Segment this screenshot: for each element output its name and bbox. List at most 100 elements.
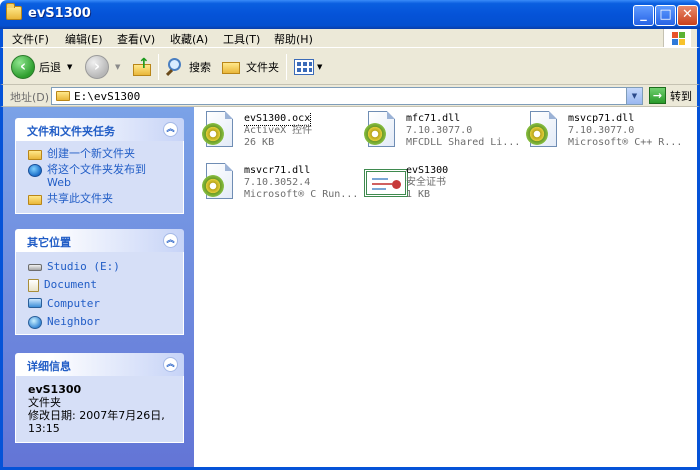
place-neighbor[interactable]: Neighbor (28, 315, 173, 329)
place-label: Document (44, 278, 97, 291)
detail-modified-time: 13:15 (28, 422, 60, 435)
file-description: Microsoft® C Run... (244, 189, 356, 200)
globe-icon (28, 164, 42, 177)
menu-edit[interactable]: 编辑(E) (65, 31, 103, 47)
menu-view[interactable]: 查看(V) (117, 31, 155, 47)
up-folder-icon: ↑ (131, 57, 153, 77)
window-border-left (0, 107, 3, 470)
back-dropdown-icon[interactable]: ▼ (67, 63, 72, 71)
file-name: evS1300 (406, 165, 449, 176)
file-name: evS1300.ocx (244, 113, 312, 126)
up-folder-button[interactable]: ↑ (131, 48, 153, 85)
file-size: 1 KB (406, 189, 431, 200)
drive-icon (28, 264, 42, 271)
file-type: 安全证书 (406, 177, 446, 188)
menu-favorites[interactable]: 收藏(A) (170, 31, 208, 47)
file-name: mfc71.dll (406, 113, 461, 124)
panel-title: 文件和文件夹任务 (27, 125, 115, 138)
go-arrow-icon: → (649, 87, 666, 104)
task-share-folder[interactable]: 共享此文件夹 (28, 192, 173, 205)
file-item-msvcr71-dll[interactable]: msvcr71.dll 7.10.3052.4 Microsoft® C Run… (194, 159, 356, 207)
maximize-button[interactable]: □ (655, 5, 676, 26)
task-publish-web[interactable]: 将这个文件夹发布到 Web (28, 163, 173, 189)
back-button[interactable]: ‹ 后退 ▼ (11, 48, 72, 85)
folder-icon (6, 3, 22, 20)
address-dropdown-icon[interactable]: ▼ (626, 88, 642, 104)
collapse-chevron-icon[interactable]: ︽ (163, 233, 178, 248)
place-studio-drive[interactable]: Studio (E:) (28, 260, 173, 273)
place-label: Studio (E:) (47, 260, 120, 273)
file-list-view[interactable]: evS1300.ocx ActiveX 控件 26 KB mfc71.dll 7… (194, 107, 697, 467)
address-path: E:\evS1300 (74, 90, 141, 103)
detail-type: 文件夹 (28, 396, 61, 409)
file-name: msvcr71.dll (244, 165, 311, 176)
share-folder-icon (28, 195, 42, 205)
dll-gear-icon (364, 111, 398, 149)
close-button[interactable]: ✕ (677, 5, 698, 26)
back-label: 后退 (39, 60, 61, 74)
file-folder-tasks-panel: 文件和文件夹任务 ︽ 创建一个新文件夹 将这个文件夹发布到 Web 共享此文件夹 (15, 118, 184, 214)
menu-bar: 文件(F) 编辑(E) 查看(V) 收藏(A) 工具(T) 帮助(H) (0, 29, 700, 47)
other-places-panel: 其它位置 ︽ Studio (E:) Document Computer Nei… (15, 229, 184, 335)
dll-gear-icon (202, 111, 236, 149)
detail-modified: 修改日期: 2007年7月26日, (28, 409, 165, 422)
file-item-mfc71-dll[interactable]: mfc71.dll 7.10.3077.0 MFCDLL Shared Li..… (356, 107, 518, 155)
forward-dropdown-icon[interactable]: ▼ (115, 63, 120, 71)
menu-file[interactable]: 文件(F) (12, 31, 49, 47)
views-dropdown-icon[interactable]: ▼ (317, 63, 322, 71)
toolbar: ‹ 后退 ▼ › ▼ ↑ 搜索 文件夹 ▼ (0, 47, 700, 85)
search-icon (165, 57, 185, 77)
collapse-chevron-icon[interactable]: ︽ (163, 122, 178, 137)
file-item-evs1300-cert[interactable]: evS1300 安全证书 1 KB (356, 159, 516, 207)
place-computer[interactable]: Computer (28, 297, 173, 310)
file-description: MFCDLL Shared Li... (406, 137, 518, 148)
file-item-msvcp71-dll[interactable]: msvcp71.dll 7.10.3077.0 Microsoft® C++ R… (518, 107, 680, 155)
folder-icon (56, 91, 70, 101)
dll-gear-icon (202, 163, 236, 201)
computer-icon (28, 298, 42, 308)
place-document[interactable]: Document (28, 278, 173, 292)
views-grid-icon (294, 58, 314, 75)
go-button[interactable]: → 转到 (649, 87, 692, 104)
go-label: 转到 (670, 89, 692, 103)
document-folder-icon (28, 279, 39, 292)
forward-arrow-icon: › (85, 54, 109, 79)
panel-header[interactable]: 文件和文件夹任务 ︽ (15, 118, 184, 141)
task-label: 共享此文件夹 (47, 192, 113, 205)
task-new-folder[interactable]: 创建一个新文件夹 (28, 147, 173, 160)
folders-label: 文件夹 (246, 60, 279, 74)
task-pane: 文件和文件夹任务 ︽ 创建一个新文件夹 将这个文件夹发布到 Web 共享此文件夹 … (3, 107, 194, 467)
collapse-chevron-icon[interactable]: ︽ (163, 357, 178, 372)
address-label: 地址(D) (10, 91, 50, 104)
file-type: ActiveX 控件 (244, 125, 313, 136)
place-label: Neighbor (47, 315, 100, 328)
forward-button[interactable]: › ▼ (85, 48, 120, 85)
windows-logo-icon (663, 29, 691, 47)
place-label: Computer (47, 297, 100, 310)
panel-header[interactable]: 其它位置 ︽ (15, 229, 184, 252)
task-label: 创建一个新文件夹 (47, 147, 135, 160)
panel-title: 其它位置 (27, 236, 71, 249)
minimize-button[interactable]: _ (633, 5, 654, 26)
menu-help[interactable]: 帮助(H) (274, 31, 313, 47)
search-label: 搜索 (189, 60, 211, 74)
views-button[interactable]: ▼ (294, 48, 322, 85)
title-bar[interactable]: evS1300 _ □ ✕ (0, 0, 700, 29)
panel-title: 详细信息 (27, 360, 71, 373)
back-arrow-icon: ‹ (11, 54, 35, 79)
task-label: 将这个文件夹发布到 (47, 163, 146, 176)
search-button[interactable]: 搜索 (165, 48, 211, 85)
panel-header[interactable]: 详细信息 ︽ (15, 353, 184, 376)
certificate-icon (364, 163, 408, 201)
file-name: msvcp71.dll (568, 113, 635, 124)
detail-name: evS1300 (28, 383, 82, 396)
file-description: Microsoft® C++ R... (568, 137, 680, 148)
address-input[interactable]: E:\evS1300 ▼ (51, 87, 643, 105)
menu-tools[interactable]: 工具(T) (223, 31, 260, 47)
file-item-evs1300-ocx[interactable]: evS1300.ocx ActiveX 控件 26 KB (194, 107, 354, 155)
task-label-web: Web (47, 176, 71, 189)
file-size: 26 KB (244, 137, 275, 148)
folders-button[interactable]: 文件夹 (222, 48, 279, 85)
dll-gear-icon (526, 111, 560, 149)
window-title: evS1300 (28, 6, 91, 21)
